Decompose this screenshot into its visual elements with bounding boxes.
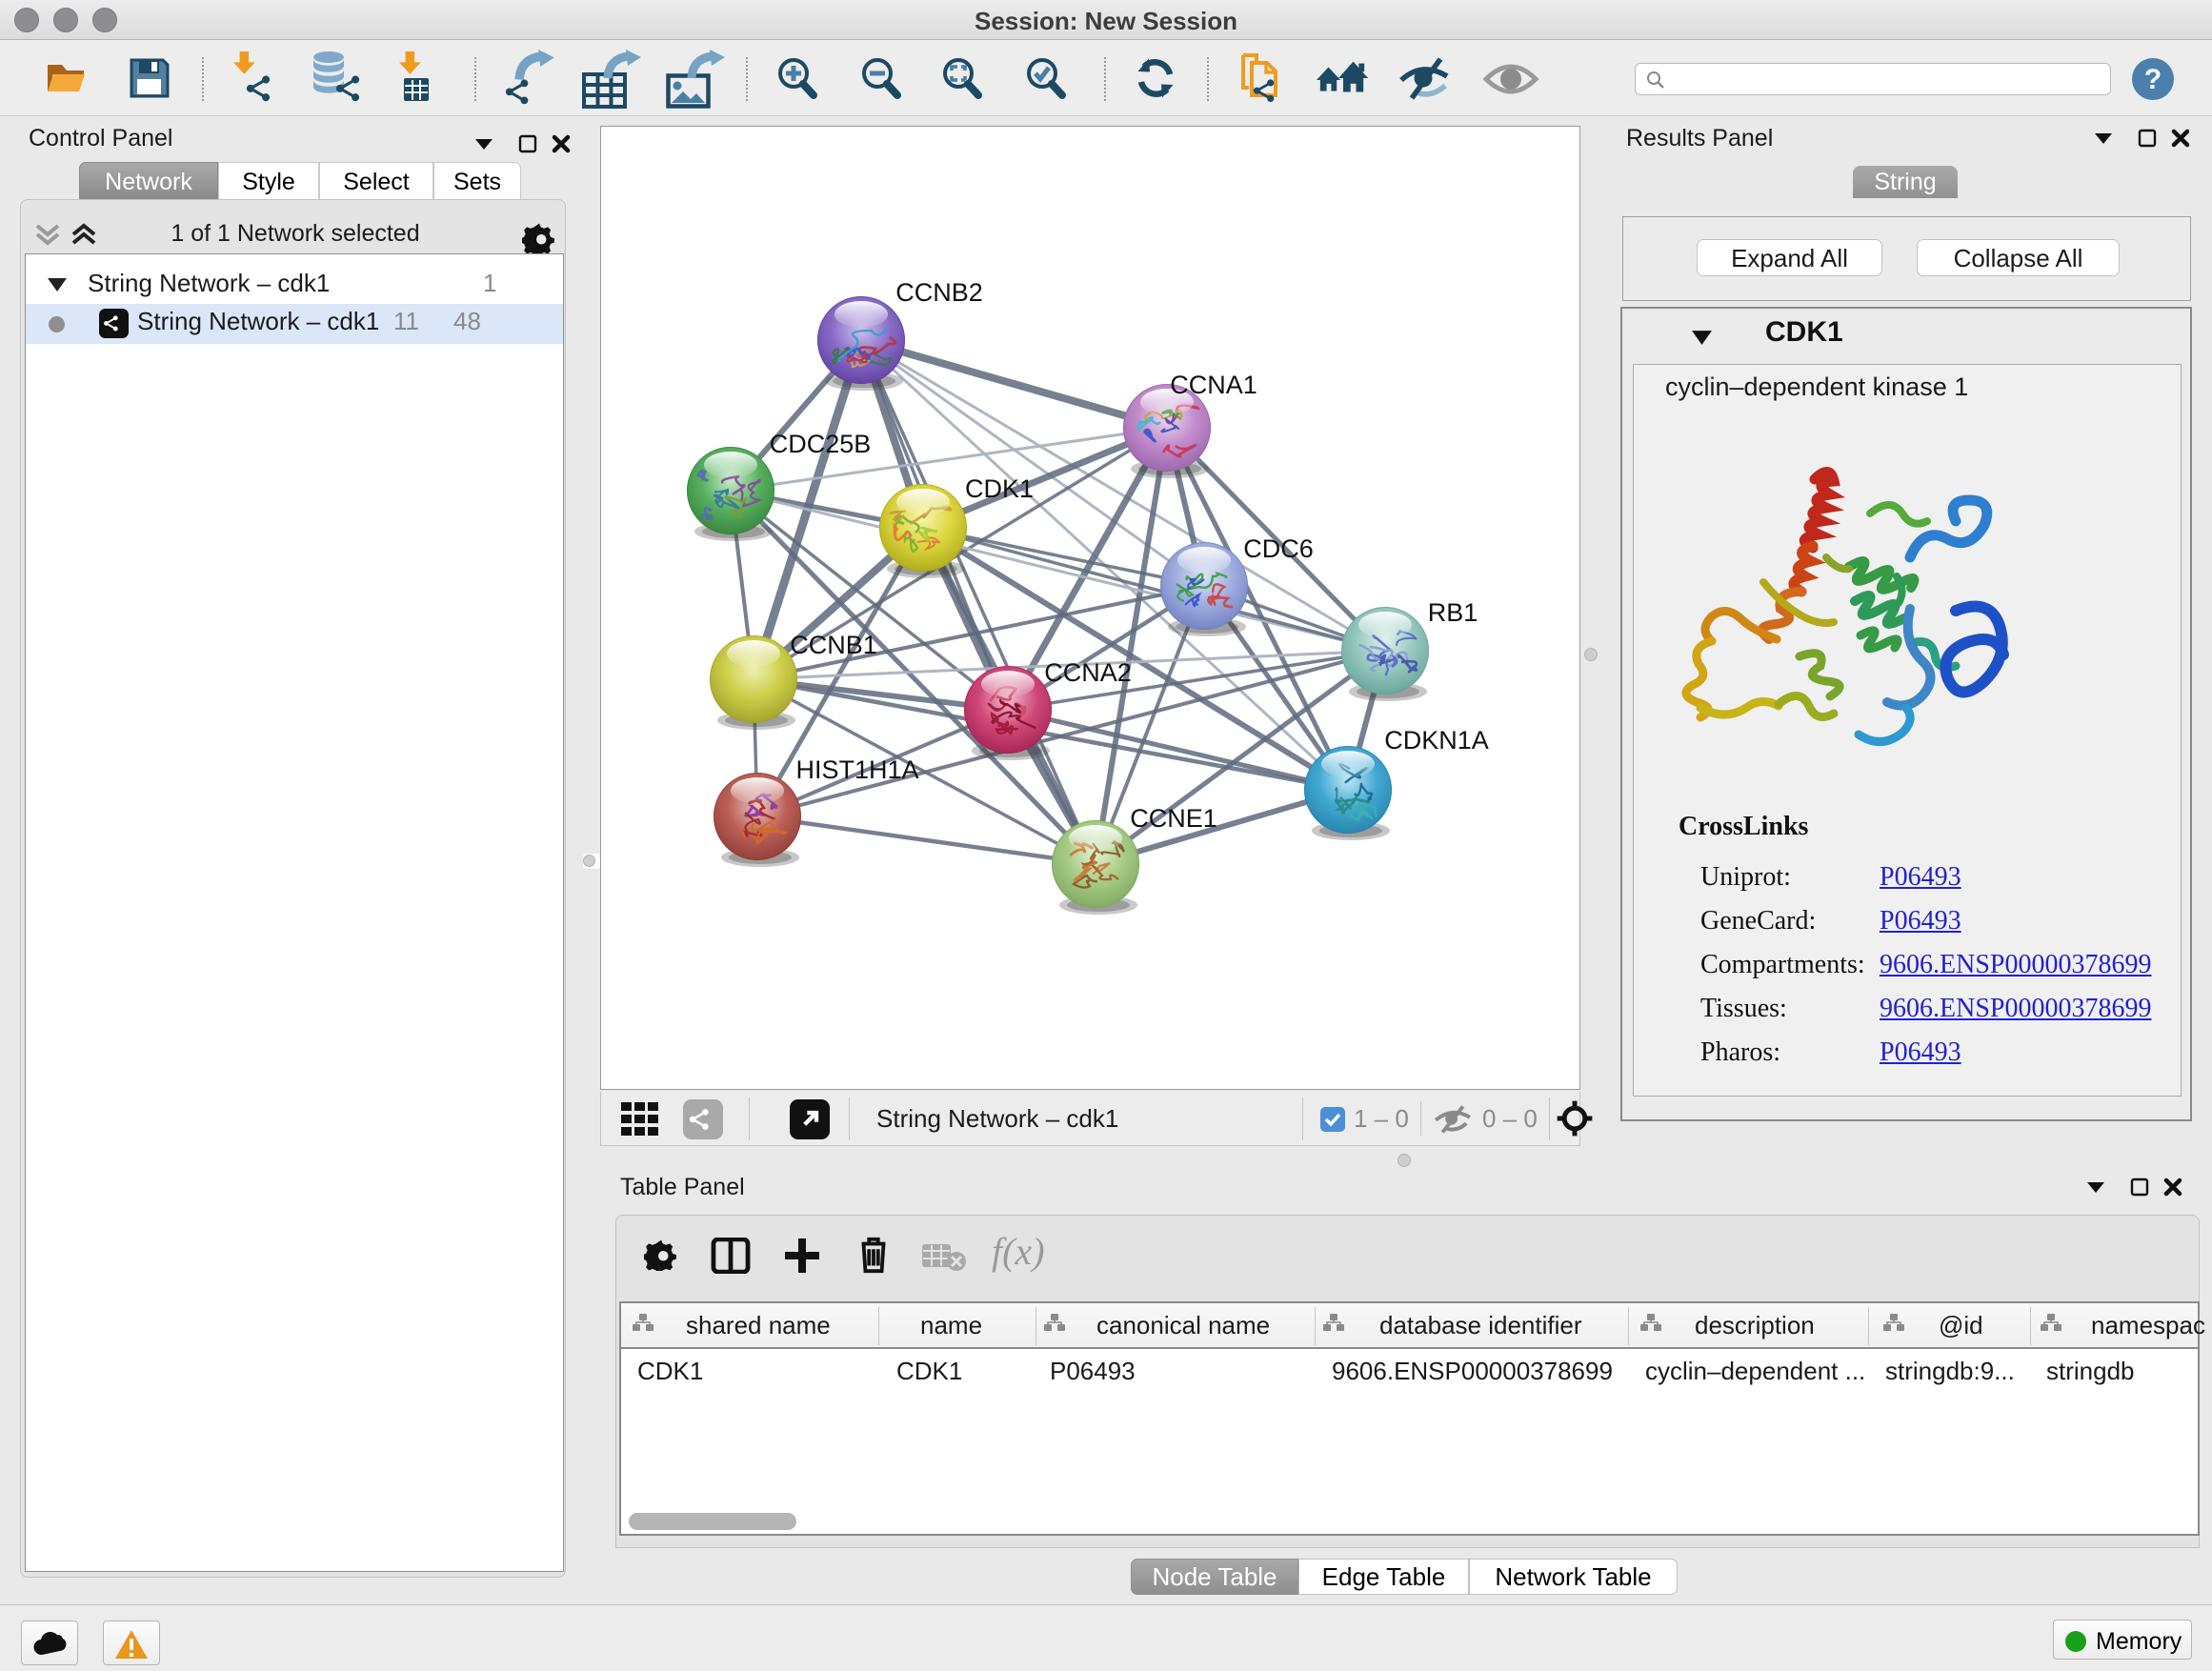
svg-text:RB1: RB1 <box>1428 598 1478 627</box>
svg-text:CDK1: CDK1 <box>965 474 1034 503</box>
svg-text:CDC25B: CDC25B <box>770 430 872 458</box>
svg-text:CDKN1A: CDKN1A <box>1384 726 1489 755</box>
svg-text:CDC6: CDC6 <box>1243 534 1314 563</box>
svg-text:CCNA1: CCNA1 <box>1170 371 1257 399</box>
svg-text:CCNE1: CCNE1 <box>1130 804 1217 833</box>
svg-text:CCNB2: CCNB2 <box>895 278 983 307</box>
svg-text:CCNA2: CCNA2 <box>1044 658 1132 687</box>
svg-text:?: ? <box>2144 64 2162 95</box>
svg-text:HIST1H1A: HIST1H1A <box>795 755 918 784</box>
svg-text:CCNB1: CCNB1 <box>790 631 877 659</box>
